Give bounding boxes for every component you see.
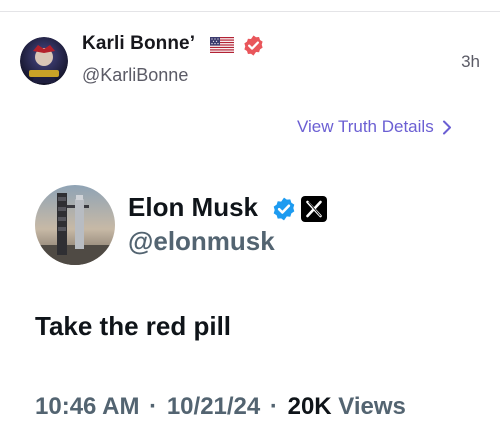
views-count: 20K: [287, 393, 332, 420]
verified-badge-icon: [273, 197, 295, 221]
quote-author-handle[interactable]: @elonmusk: [128, 226, 275, 257]
x-logo-icon: [301, 196, 327, 222]
quote-date: 10/21/24: [166, 393, 261, 420]
view-truth-details-label: View Truth Details: [297, 117, 434, 136]
author-name[interactable]: Karli Bonne’: [82, 33, 195, 55]
meta-separator: ·: [269, 393, 278, 420]
meta-separator: ·: [149, 393, 158, 420]
view-truth-details-link[interactable]: View Truth Details: [297, 117, 452, 137]
author-handle[interactable]: @KarliBonne: [82, 65, 188, 86]
us-flag-icon: [210, 37, 234, 53]
post-header: Karli Bonne’ @KarliBonne 3h View Truth D…: [0, 0, 500, 136]
quote-time: 10:46 AM: [35, 393, 140, 420]
quote-meta-line: 10:46 AM · 10/21/24 · 20K Views: [35, 393, 406, 421]
views-label: Views: [338, 393, 406, 420]
chevron-right-icon: [442, 120, 451, 134]
quote-avatar[interactable]: [35, 185, 115, 265]
post-timestamp: 3h: [461, 52, 480, 71]
quote-text: Take the red pill: [35, 311, 232, 341]
quote-author-name[interactable]: Elon Musk: [128, 192, 258, 223]
author-avatar[interactable]: [20, 37, 68, 85]
verified-badge-icon: [244, 35, 263, 56]
